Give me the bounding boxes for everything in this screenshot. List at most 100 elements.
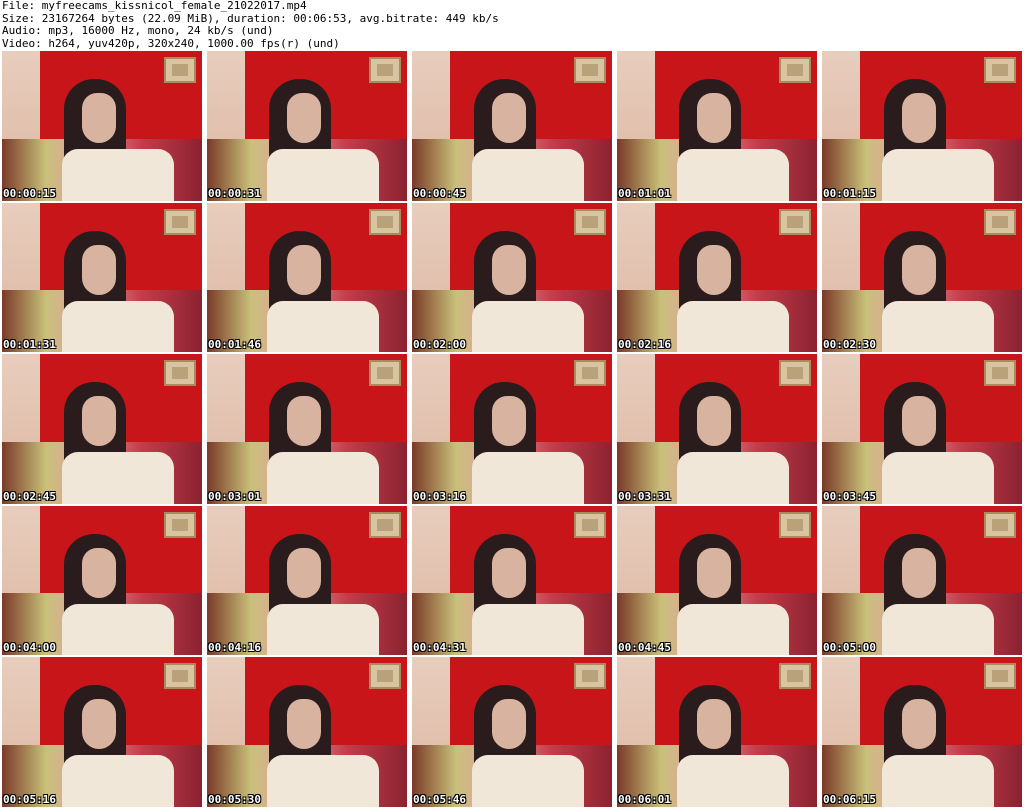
thumbnail-timestamp: 00:04:31 xyxy=(413,641,466,655)
picture-frame xyxy=(574,360,606,387)
picture-frame xyxy=(369,360,401,387)
person-shirt xyxy=(882,300,994,353)
person-face xyxy=(492,699,526,750)
picture-frame xyxy=(164,57,196,83)
video-thumbnail: 00:02:16 xyxy=(617,202,817,353)
video-thumbnail: 00:05:16 xyxy=(2,657,202,807)
picture-frame xyxy=(574,57,606,83)
person-face xyxy=(697,699,731,750)
thumbnail-timestamp: 00:03:31 xyxy=(618,489,671,503)
person-shirt xyxy=(62,452,174,504)
person-face xyxy=(82,396,116,447)
picture-frame xyxy=(164,511,196,538)
picture-frame xyxy=(779,208,811,235)
video-thumbnail: 00:05:46 xyxy=(412,657,612,807)
person-shirt xyxy=(267,755,379,807)
video-thumbnail: 00:01:15 xyxy=(822,51,1022,201)
picture-frame xyxy=(369,663,401,690)
video-thumbnail: 00:05:30 xyxy=(207,657,407,807)
thumbnail-timestamp: 00:00:15 xyxy=(3,186,56,200)
person-face xyxy=(287,547,321,598)
person-shirt xyxy=(677,300,789,353)
picture-frame xyxy=(984,57,1016,83)
thumbnail-timestamp: 00:00:31 xyxy=(208,186,261,200)
thumbnail-timestamp: 00:06:01 xyxy=(618,792,671,806)
person-shirt xyxy=(62,603,174,656)
person-face xyxy=(492,244,526,295)
person-shirt xyxy=(62,755,174,807)
thumbnail-timestamp: 00:04:16 xyxy=(208,641,261,655)
thumbnail-timestamp: 00:05:00 xyxy=(823,641,876,655)
person-face xyxy=(697,93,731,143)
picture-frame xyxy=(369,208,401,235)
person-face xyxy=(287,93,321,143)
person-face xyxy=(82,547,116,598)
person-face xyxy=(902,396,936,447)
person-shirt xyxy=(677,149,789,201)
person-shirt xyxy=(472,300,584,353)
video-thumbnail: 00:04:00 xyxy=(2,505,202,656)
person-shirt xyxy=(472,755,584,807)
person-face xyxy=(82,244,116,295)
thumbnail-timestamp: 00:02:00 xyxy=(413,338,466,352)
picture-frame xyxy=(984,208,1016,235)
person-shirt xyxy=(882,452,994,504)
thumbnail-timestamp: 00:04:45 xyxy=(618,641,671,655)
video-thumbnail: 00:04:31 xyxy=(412,505,612,656)
person-face xyxy=(492,547,526,598)
video-thumbnail: 00:03:01 xyxy=(207,354,407,504)
thumbnail-timestamp: 00:02:30 xyxy=(823,338,876,352)
video-thumbnail: 00:00:15 xyxy=(2,51,202,201)
person-shirt xyxy=(472,149,584,201)
thumbnail-timestamp: 00:03:16 xyxy=(413,489,466,503)
picture-frame xyxy=(164,208,196,235)
thumbnail-timestamp: 00:04:00 xyxy=(3,641,56,655)
video-thumbnail: 00:05:00 xyxy=(822,505,1022,656)
thumbnail-timestamp: 00:01:15 xyxy=(823,186,876,200)
picture-frame xyxy=(984,663,1016,690)
picture-frame xyxy=(574,208,606,235)
person-shirt xyxy=(62,300,174,353)
thumbnail-timestamp: 00:05:16 xyxy=(3,792,56,806)
person-face xyxy=(287,699,321,750)
picture-frame xyxy=(984,360,1016,387)
person-face xyxy=(492,93,526,143)
person-face xyxy=(287,244,321,295)
picture-frame xyxy=(984,511,1016,538)
video-thumbnail: 00:03:45 xyxy=(822,354,1022,504)
thumbnail-timestamp: 00:01:46 xyxy=(208,338,261,352)
picture-frame xyxy=(779,663,811,690)
thumbnail-timestamp: 00:03:45 xyxy=(823,489,876,503)
file-name-line: File: myfreecams_kissnicol_female_210220… xyxy=(2,0,307,12)
person-face xyxy=(902,244,936,295)
thumbnail-timestamp: 00:02:45 xyxy=(3,489,56,503)
person-face xyxy=(902,699,936,750)
person-shirt xyxy=(882,755,994,807)
picture-frame xyxy=(779,360,811,387)
video-thumbnail: 00:03:31 xyxy=(617,354,817,504)
thumbnail-timestamp: 00:05:46 xyxy=(413,792,466,806)
person-face xyxy=(902,547,936,598)
video-thumbnail: 00:00:45 xyxy=(412,51,612,201)
video-thumbnail: 00:04:16 xyxy=(207,505,407,656)
picture-frame xyxy=(779,57,811,83)
person-shirt xyxy=(677,755,789,807)
picture-frame xyxy=(369,511,401,538)
person-shirt xyxy=(62,149,174,201)
video-thumbnail: 00:06:15 xyxy=(822,657,1022,807)
thumbnail-timestamp: 00:00:45 xyxy=(413,186,466,200)
file-info-header: File: myfreecams_kissnicol_female_210220… xyxy=(2,0,1022,50)
picture-frame xyxy=(164,663,196,690)
video-thumbnail: 00:00:31 xyxy=(207,51,407,201)
picture-frame xyxy=(369,57,401,83)
person-shirt xyxy=(267,452,379,504)
thumbnail-timestamp: 00:05:30 xyxy=(208,792,261,806)
video-thumbnail: 00:04:45 xyxy=(617,505,817,656)
video-thumbnail: 00:02:30 xyxy=(822,202,1022,353)
person-face xyxy=(82,93,116,143)
thumbnail-grid: 00:00:15 00:00:31 00:00:45 00:01:01 00:01:15… xyxy=(2,51,1022,809)
thumbnail-timestamp: 00:06:15 xyxy=(823,792,876,806)
person-shirt xyxy=(882,603,994,656)
person-face xyxy=(492,396,526,447)
person-shirt xyxy=(472,452,584,504)
